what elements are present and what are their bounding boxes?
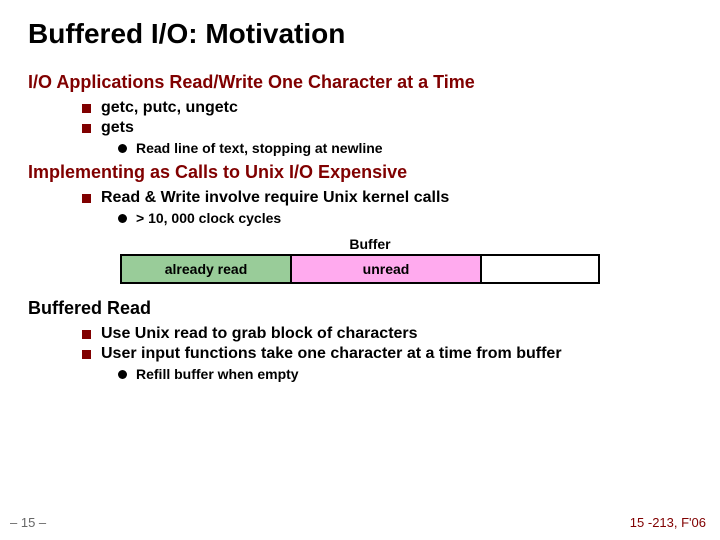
dot-bullet-icon [118, 144, 127, 153]
dot-bullet-icon [118, 370, 127, 379]
square-bullet-icon [82, 330, 91, 339]
dot-bullet-icon [118, 214, 127, 223]
slide-number: – 15 – [10, 515, 46, 530]
buffer-cell-already-read: already read [122, 256, 292, 282]
list-item: Use Unix read to grab block of character… [82, 325, 692, 343]
buffer-label: Buffer [48, 236, 692, 252]
buffer-cell-unread: unread [292, 256, 482, 282]
bullet-text: User input functions take one character … [101, 345, 562, 363]
square-bullet-icon [82, 350, 91, 359]
list-item: gets [82, 119, 692, 137]
sub-list-item: Read line of text, stopping at newline [118, 140, 692, 156]
subbullet-text: > 10, 000 clock cycles [136, 210, 281, 226]
square-bullet-icon [82, 194, 91, 203]
sub-list-item: > 10, 000 clock cycles [118, 210, 692, 226]
section-heading-buffered-read: Buffered Read [28, 298, 692, 319]
subbullet-text: Refill buffer when empty [136, 366, 299, 382]
subbullet-text: Read line of text, stopping at newline [136, 140, 383, 156]
list-item: getc, putc, ungetc [82, 99, 692, 117]
course-tag: 15 -213, F'06 [630, 515, 706, 530]
bullet-text: gets [101, 119, 134, 137]
page-title: Buffered I/O: Motivation [28, 18, 692, 50]
section-heading-expensive: Implementing as Calls to Unix I/O Expens… [28, 162, 692, 183]
bullet-text: Read & Write involve require Unix kernel… [101, 189, 449, 207]
bullet-text: getc, putc, ungetc [101, 99, 238, 117]
square-bullet-icon [82, 124, 91, 133]
section-heading-io-apps: I/O Applications Read/Write One Characte… [28, 72, 692, 93]
bullet-text: Use Unix read to grab block of character… [101, 325, 418, 343]
list-item: User input functions take one character … [82, 345, 692, 363]
buffer-cell-empty [482, 256, 598, 282]
list-item: Read & Write involve require Unix kernel… [82, 189, 692, 207]
buffer-diagram: already read unread [120, 254, 600, 284]
sub-list-item: Refill buffer when empty [118, 366, 692, 382]
square-bullet-icon [82, 104, 91, 113]
